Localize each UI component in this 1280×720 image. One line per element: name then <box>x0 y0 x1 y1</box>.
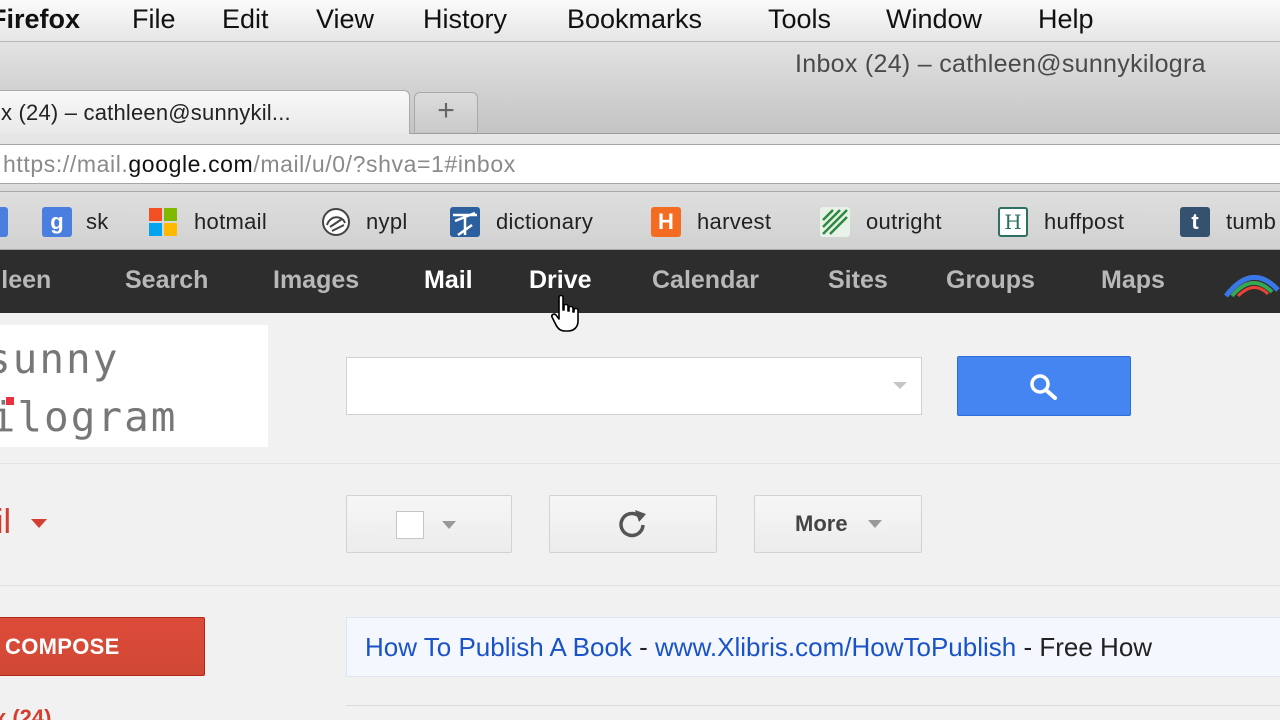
refresh-icon <box>619 510 646 538</box>
tab-label: x (24) – cathleen@sunnykil... <box>1 100 291 125</box>
menu-file[interactable]: File <box>132 4 176 35</box>
refresh-button[interactable] <box>549 495 717 553</box>
google-g-icon: g <box>42 207 72 237</box>
gbar-groups[interactable]: Groups <box>946 266 1035 295</box>
url-prefix: https://mail. <box>3 151 129 177</box>
ad-snippet: Free How <box>1039 632 1153 662</box>
sponsored-ad-row[interactable]: How To Publish A Book - www.Xlibris.com/… <box>346 617 1280 677</box>
tab-strip: x (24) – cathleen@sunnykil... + <box>0 88 1280 134</box>
gbar-sites[interactable]: Sites <box>828 266 888 295</box>
gbar-profile-name[interactable]: hleen <box>0 266 51 295</box>
ad-title-link[interactable]: How To Publish A Book <box>365 632 632 662</box>
menu-edit[interactable]: Edit <box>222 4 269 35</box>
bookmark-sk[interactable]: g sk <box>42 207 116 237</box>
bookmark-dictionary[interactable]: dictionary <box>450 207 620 237</box>
menu-tools[interactable]: Tools <box>768 4 831 35</box>
new-tab-button[interactable]: + <box>414 92 478 132</box>
search-button[interactable] <box>957 356 1131 416</box>
logo-line-1: sunny <box>0 335 120 383</box>
more-apps-arc-icon[interactable] <box>1224 268 1280 298</box>
window-titlebar[interactable]: Inbox (24) – cathleen@sunnykilogra <box>0 42 1280 88</box>
window-title: Inbox (24) – cathleen@sunnykilogra <box>795 50 1206 78</box>
bookmark-huffpost[interactable]: H huffpost <box>998 207 1148 237</box>
nypl-lion-icon <box>320 207 350 237</box>
windows-logo-icon <box>148 207 178 237</box>
tab-inbox[interactable]: x (24) – cathleen@sunnykil... <box>0 90 410 134</box>
bookmark-tumblr[interactable]: t tumb <box>1180 207 1280 237</box>
gbar-mail[interactable]: Mail <box>424 266 473 295</box>
search-input[interactable] <box>346 357 922 415</box>
gbar-images[interactable]: Images <box>273 266 359 295</box>
select-all-checkbox[interactable] <box>396 511 424 539</box>
outright-icon <box>820 207 850 237</box>
gbar-drive[interactable]: Drive <box>529 266 592 295</box>
magnifier-icon <box>1030 374 1057 400</box>
gbar-maps[interactable]: Maps <box>1101 266 1165 295</box>
gmail-page: sunny kilogram il More COMPOSE How To Pu… <box>0 313 1280 720</box>
ad-url-link[interactable]: www.Xlibris.com/HowToPublish <box>655 632 1016 662</box>
navigation-bar: https://mail.google.com/mail/u/0/?shva=1… <box>0 134 1280 192</box>
ad-separator: - <box>631 632 656 662</box>
bookmark-outright[interactable]: outright <box>820 207 970 237</box>
bookmark-label: tumb <box>1226 209 1277 234</box>
bookmark-label: nypl <box>366 209 408 234</box>
bookmark-label: sk <box>86 209 109 234</box>
bookmark-label: dictionary <box>496 209 594 234</box>
huffpost-h-icon: H <box>998 207 1028 237</box>
menu-window[interactable]: Window <box>886 4 982 35</box>
compose-label: COMPOSE <box>5 634 120 659</box>
bookmark-label: huffpost <box>1044 209 1125 234</box>
bookmark-partial[interactable] <box>0 207 8 237</box>
chevron-down-icon[interactable] <box>31 519 47 528</box>
bookmark-hotmail[interactable]: hotmail <box>148 207 288 237</box>
bookmark-label: harvest <box>697 209 772 234</box>
menu-history[interactable]: History <box>423 4 507 35</box>
bookmarks-toolbar: g sk hotmail nypl dictionary H harvest o… <box>0 192 1280 250</box>
chevron-down-icon <box>442 521 456 529</box>
google-bar: hleen Search Images Mail Drive Calendar … <box>0 250 1280 313</box>
search-options-caret-icon[interactable] <box>893 382 907 389</box>
menu-view[interactable]: View <box>316 4 374 35</box>
harvest-h-icon: H <box>651 207 681 237</box>
menu-bookmarks[interactable]: Bookmarks <box>567 4 702 35</box>
url-path: /mail/u/0/?shva=1#inbox <box>253 151 516 177</box>
compose-button[interactable]: COMPOSE <box>0 617 205 676</box>
ad-text: How To Publish A Book - www.Xlibris.com/… <box>365 632 1152 663</box>
menu-app-firefox[interactable]: Firefox <box>0 4 80 35</box>
address-bar[interactable]: https://mail.google.com/mail/u/0/?shva=1… <box>0 144 1280 184</box>
bookmark-label: outright <box>866 209 942 234</box>
menu-help[interactable]: Help <box>1038 4 1094 35</box>
bookmark-nypl[interactable]: nypl <box>320 207 420 237</box>
divider <box>0 463 1280 464</box>
divider <box>346 705 1280 706</box>
url-host: google.com <box>128 151 254 177</box>
logo-line-2: kilogram <box>0 393 178 441</box>
chevron-down-icon <box>868 520 882 528</box>
divider <box>0 585 1280 586</box>
tumblr-t-icon: t <box>1180 207 1210 237</box>
hand-pointer-cursor-icon <box>551 294 579 332</box>
gbar-search[interactable]: Search <box>125 266 208 295</box>
bookmark-label: hotmail <box>194 209 268 234</box>
select-checkbox-button[interactable] <box>346 495 512 553</box>
custom-logo[interactable]: sunny kilogram <box>0 325 268 447</box>
more-button[interactable]: More <box>754 495 922 553</box>
menu-bar: Firefox File Edit View History Bookmarks… <box>0 0 1280 42</box>
bookmark-icon <box>0 207 8 237</box>
more-label: More <box>795 511 848 536</box>
sidebar-item-inbox[interactable]: x (24) <box>0 705 51 720</box>
dictionary-icon <box>450 207 480 237</box>
url-text: https://mail.google.com/mail/u/0/?shva=1… <box>3 151 516 178</box>
gbar-calendar[interactable]: Calendar <box>652 266 759 295</box>
ad-separator: - <box>1016 632 1040 662</box>
plus-icon: + <box>437 94 455 127</box>
mail-menu-label[interactable]: il <box>0 503 11 542</box>
bookmark-harvest[interactable]: H harvest <box>651 207 791 237</box>
